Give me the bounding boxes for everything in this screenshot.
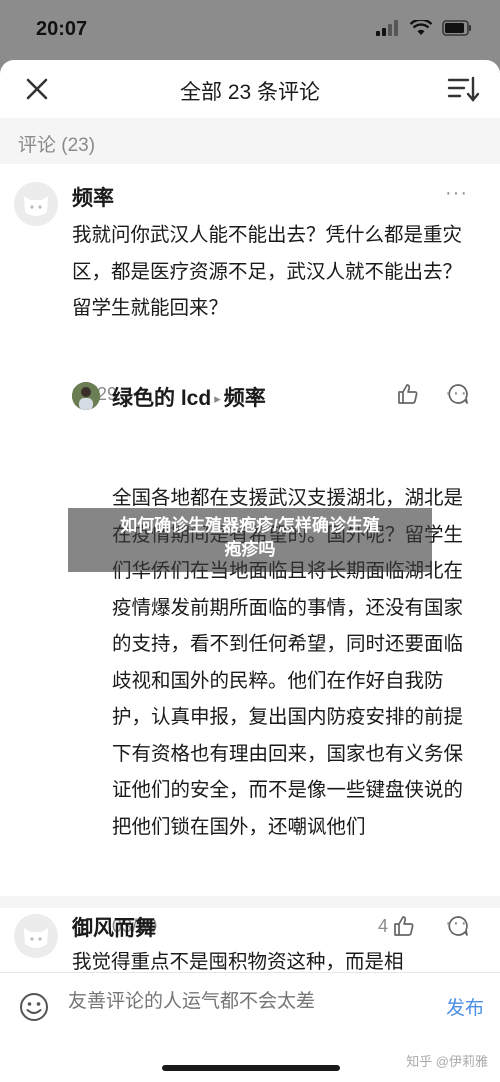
user-avatar-icon <box>72 382 100 410</box>
status-icons <box>376 20 472 36</box>
comment-text: 我就问你武汉人能不能出去？凭什么都是重灾区，都是医疗资源不足，武汉人就不能出去？… <box>72 224 463 319</box>
home-indicator[interactable] <box>162 1065 340 1071</box>
sort-icon[interactable] <box>446 74 480 104</box>
avatar[interactable] <box>14 914 58 958</box>
reply-author-line: 绿色的 lcd ▸ 频率 <box>112 382 266 412</box>
source-credit: 知乎 @伊莉雅 <box>406 1054 488 1069</box>
comments-sheet: 全部 23 条评论 评论 (23) 频率 ··· 我就问你武汉人能不能出去？凭什… <box>0 60 500 1082</box>
watermark-line: 如何确诊生殖器疱疹/怎样确诊生殖 <box>120 516 380 535</box>
section-divider <box>0 896 500 908</box>
comment-author[interactable]: 频率 <box>72 182 114 212</box>
watermark-line: 疱疹吗 <box>224 540 276 559</box>
comment-count-label: 评论 (23) <box>18 135 96 156</box>
signal-icon <box>376 20 398 36</box>
watermark-overlay: 如何确诊生殖器疱疹/怎样确诊生殖 疱疹吗 <box>68 508 432 572</box>
avatar[interactable] <box>72 382 100 410</box>
publish-button[interactable]: 发布 <box>446 993 484 1020</box>
battery-icon <box>442 20 471 36</box>
default-avatar-icon <box>14 182 58 226</box>
section-bar: 评论 (23) <box>0 118 500 164</box>
comment-author[interactable]: 御风而舞 <box>72 912 156 942</box>
avatar[interactable] <box>14 182 58 226</box>
reply-arrow-icon: ▸ <box>214 391 221 406</box>
status-bar: 20:07 <box>0 0 500 62</box>
status-time: 20:07 <box>36 18 88 40</box>
more-options-button[interactable]: ··· <box>445 912 468 935</box>
more-options-button[interactable]: ··· <box>445 382 468 405</box>
default-avatar-icon <box>14 914 58 958</box>
comment-input-bar: 发布 知乎 @伊莉雅 <box>0 972 500 1082</box>
page-title: 全部 23 条评论 <box>179 81 321 104</box>
comment-input[interactable] <box>68 991 398 1013</box>
emoji-icon[interactable] <box>18 991 50 1023</box>
reply-item: 绿色的 lcd▸频率 ··· 全国各地都在支援武汉支援湖北，湖北是在疫情期间是有… <box>0 378 500 936</box>
header: 全部 23 条评论 <box>0 60 500 118</box>
comment-author[interactable]: 绿色的 lcd <box>112 387 211 410</box>
wifi-icon <box>410 20 432 35</box>
more-options-button[interactable]: ··· <box>445 182 468 205</box>
reply-to-author[interactable]: 频率 <box>224 387 266 410</box>
